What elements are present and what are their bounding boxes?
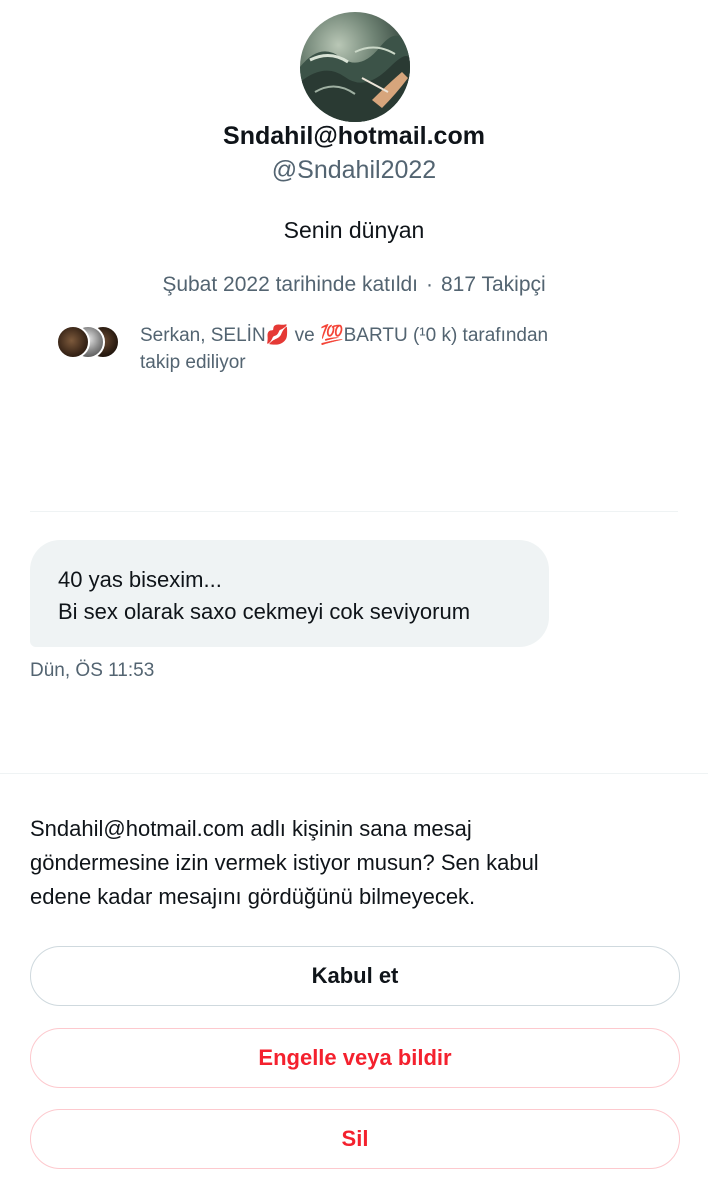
message-timestamp: Dün, ÖS 11:53 (30, 660, 155, 681)
followed-by-line: Serkan, SELİN💋 ve 💯BARTU (¹0 k) tarafınd… (140, 325, 549, 346)
profile-display-name: Sndahil@hotmail.com (223, 122, 485, 150)
divider (30, 511, 678, 512)
block-or-report-button[interactable]: Engelle veya bildir (30, 1028, 680, 1088)
message-line: Bi sex olarak saxo cekmeyi cok seviyorum (58, 599, 471, 624)
follower-avatars (56, 325, 120, 359)
joined-date: Şubat 2022 tarihinde katıldı (162, 273, 418, 296)
followed-by-line: takip ediliyor (140, 352, 246, 373)
followed-by[interactable]: Serkan, SELİN💋 ve 💯BARTU (¹0 k) tarafınd… (56, 322, 656, 382)
followers-count[interactable]: 817 Takipçi (441, 273, 546, 296)
followed-by-text: Serkan, SELİN💋 ve 💯BARTU (¹0 k) tarafınd… (140, 322, 660, 376)
profile-handle: @Sndahil2022 (271, 156, 437, 184)
profile-meta: Şubat 2022 tarihinde katıldı · 817 Takipçi (0, 273, 708, 297)
prompt-line: Sndahil@hotmail.com adlı kişinin sana me… (30, 816, 472, 841)
follower-avatar (56, 325, 90, 359)
profile-avatar[interactable] (300, 12, 410, 122)
prompt-line: göndermesine izin vermek istiyor musun? … (30, 850, 539, 875)
profile-bio: Senin dünyan (283, 217, 425, 243)
prompt-line: edene kadar mesajını gördüğünü bilmeyece… (30, 884, 476, 909)
message-request-prompt: Sndahil@hotmail.com adlı kişinin sana me… (30, 812, 670, 914)
delete-button[interactable]: Sil (30, 1109, 680, 1169)
divider (0, 773, 708, 774)
meta-separator: · (426, 273, 433, 296)
message-line: 40 yas bisexim... (58, 567, 222, 592)
message-bubble[interactable]: 40 yas bisexim... Bi sex olarak saxo cek… (30, 540, 549, 647)
accept-button[interactable]: Kabul et (30, 946, 680, 1006)
wave-painting-image (300, 35, 410, 122)
